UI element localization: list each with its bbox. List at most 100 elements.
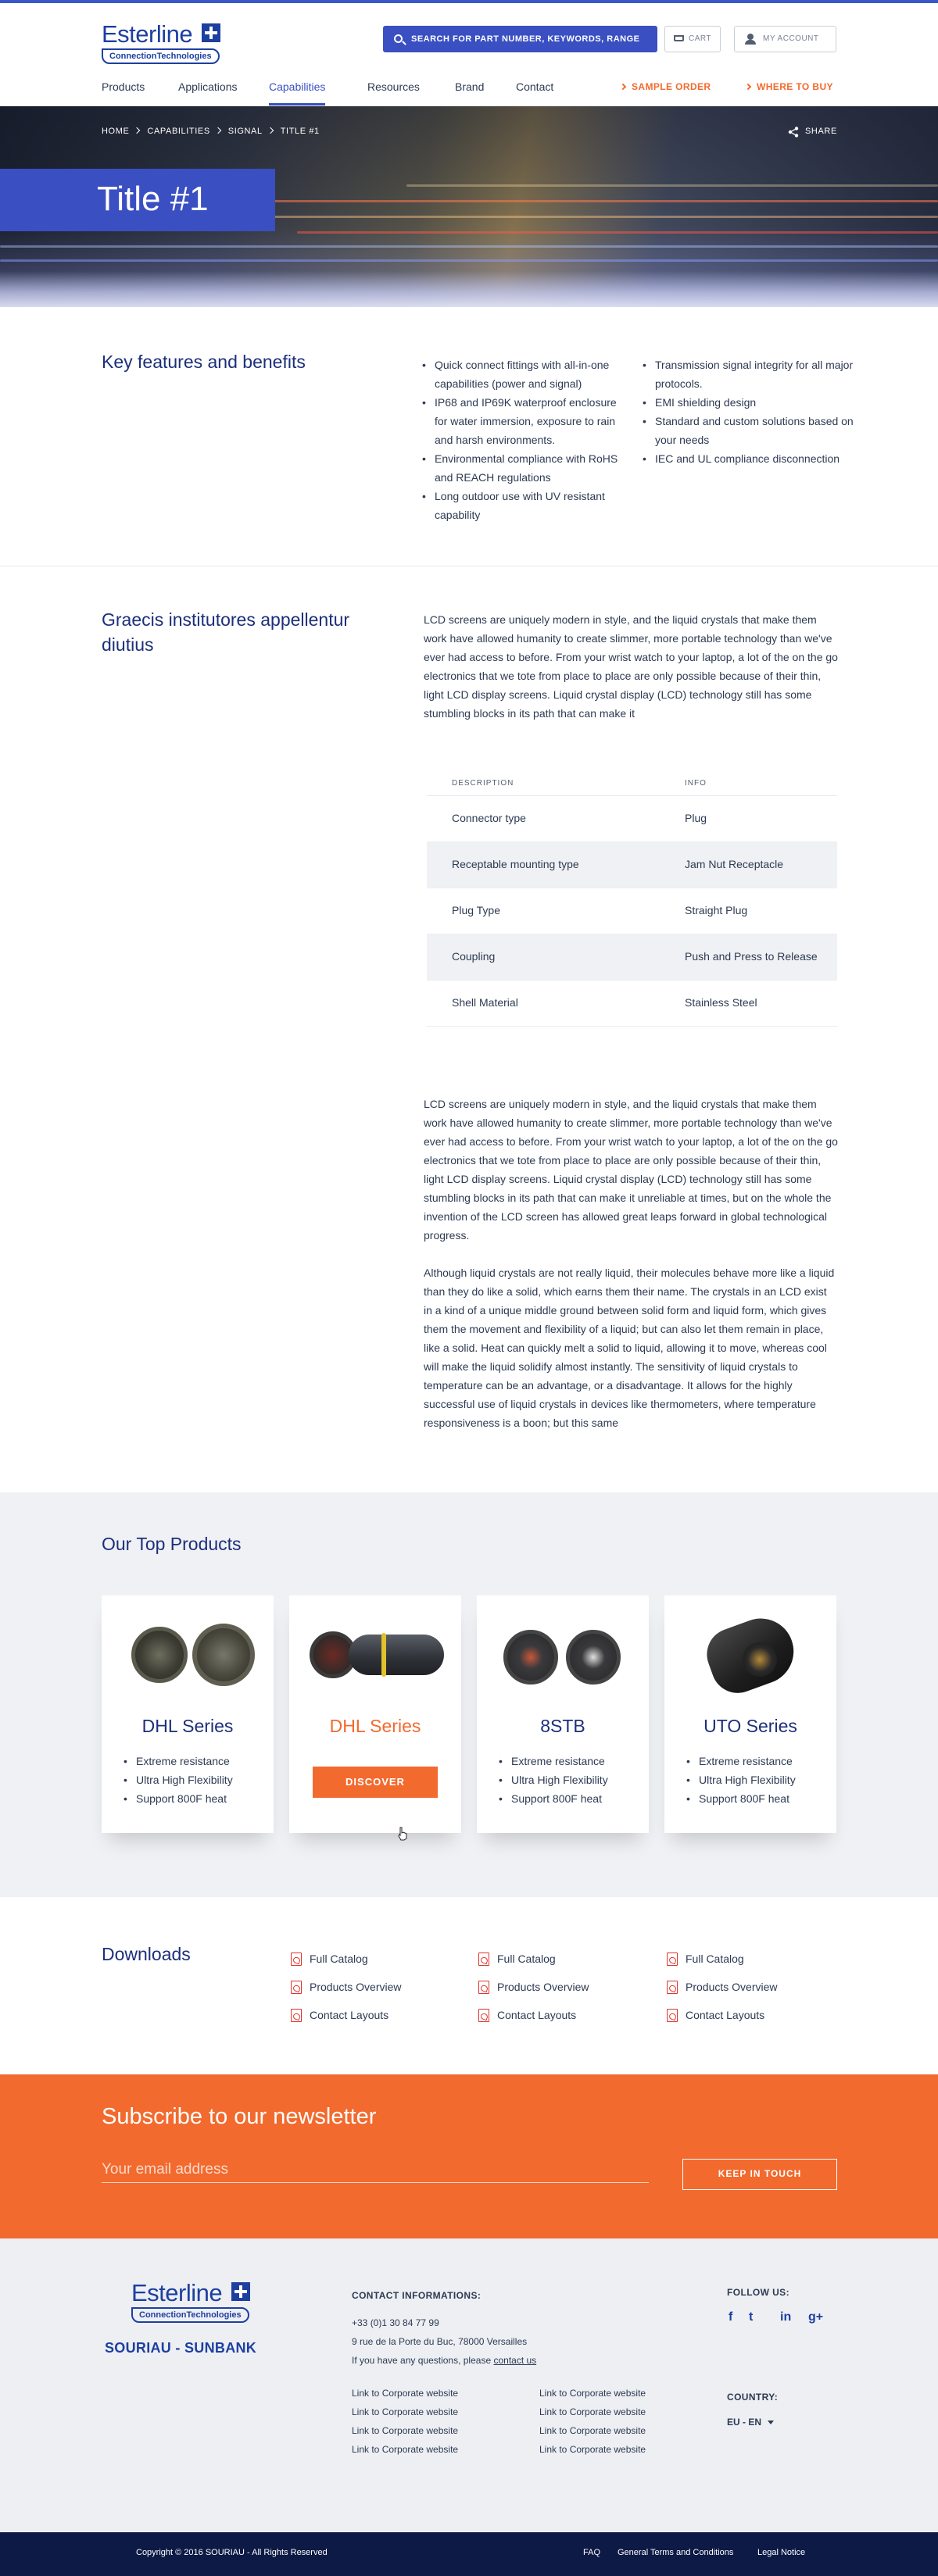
- breadcrumb-capabilities[interactable]: CAPABILITIES: [147, 127, 209, 136]
- corporate-link[interactable]: Link to Corporate website: [352, 2421, 458, 2440]
- page-title-box: Title #1: [0, 169, 275, 231]
- facebook-icon[interactable]: f: [729, 2310, 732, 2324]
- product-feature: Ultra High Flexibility: [499, 1770, 608, 1789]
- footer-brand: SOURIAU - SUNBANK: [105, 2340, 257, 2356]
- product-card[interactable]: UTO Series Extreme resistance Ultra High…: [664, 1595, 836, 1833]
- table-cell: Connector type: [452, 812, 526, 824]
- download-link[interactable]: Full Catalog: [667, 1952, 777, 1980]
- my-account-button[interactable]: MY ACCOUNT: [734, 26, 836, 52]
- footer-links-column: Link to Corporate website Link to Corpor…: [352, 2384, 458, 2459]
- pdf-icon: [667, 2009, 678, 2022]
- esterline-logo[interactable]: Esterline ConnectionTechnologies: [102, 22, 220, 66]
- product-feature: Extreme resistance: [499, 1752, 608, 1770]
- download-link[interactable]: Full Catalog: [291, 1952, 401, 1980]
- hero-gradient: [0, 271, 938, 307]
- feature-item: Quick connect fittings with all-in-one c…: [422, 355, 625, 393]
- nav-brand[interactable]: Brand: [455, 78, 484, 95]
- chevron-right-icon: [744, 83, 752, 91]
- search-button[interactable]: SEARCH FOR PART NUMBER, KEYWORDS, RANGE: [383, 26, 657, 52]
- footer-logo[interactable]: Esterline ConnectionTechnologies: [131, 2281, 250, 2324]
- pdf-icon: [478, 1953, 489, 1966]
- download-link[interactable]: Full Catalog: [478, 1952, 589, 1980]
- newsletter-section: Subscribe to our newsletter KEEP IN TOUC…: [0, 2074, 938, 2238]
- download-label: Full Catalog: [310, 1953, 368, 1965]
- nav-products[interactable]: Products: [102, 78, 145, 95]
- sample-order-link[interactable]: SAMPLE ORDER: [619, 78, 711, 95]
- email-field[interactable]: [102, 2157, 649, 2183]
- light-streak: [0, 245, 938, 248]
- section-title: Our Top Products: [102, 1534, 242, 1554]
- downloads-column: Full Catalog Products Overview Contact L…: [478, 1952, 589, 2036]
- page-title: Title #1: [97, 180, 209, 218]
- newsletter-title: Subscribe to our newsletter: [102, 2104, 377, 2129]
- spec-table-header: DESCRIPTION INFO: [427, 774, 837, 796]
- download-label: Full Catalog: [497, 1953, 556, 1965]
- contact-us-link[interactable]: contact us: [493, 2355, 536, 2366]
- pdf-icon: [291, 1953, 302, 1966]
- product-feature: Ultra High Flexibility: [686, 1770, 796, 1789]
- nav-applications[interactable]: Applications: [178, 78, 238, 95]
- discover-button[interactable]: DISCOVER: [313, 1767, 438, 1798]
- feature-item: EMI shielding design: [643, 393, 854, 412]
- corporate-link[interactable]: Link to Corporate website: [352, 2403, 458, 2421]
- corporate-link[interactable]: Link to Corporate website: [352, 2384, 458, 2403]
- product-feature: Support 800F heat: [124, 1789, 233, 1808]
- download-label: Products Overview: [310, 1981, 402, 1993]
- pdf-icon: [478, 1981, 489, 1994]
- logo-subtitle: ConnectionTechnologies: [102, 48, 220, 64]
- terms-link[interactable]: General Terms and Conditions: [618, 2548, 733, 2557]
- light-streak: [0, 259, 938, 262]
- download-link[interactable]: Contact Layouts: [291, 2008, 401, 2036]
- country-value: EU - EN: [727, 2417, 762, 2428]
- table-row: Coupling Push and Press to Release: [427, 934, 837, 981]
- download-label: Full Catalog: [686, 1953, 744, 1965]
- product-name: UTO Series: [704, 1716, 797, 1736]
- product-card[interactable]: DHL Series Extreme resistance Ultra High…: [102, 1595, 274, 1833]
- corporate-link[interactable]: Link to Corporate website: [539, 2384, 646, 2403]
- country-selector[interactable]: EU - EN: [727, 2417, 775, 2428]
- product-card[interactable]: 8STB Extreme resistance Ultra High Flexi…: [477, 1595, 649, 1833]
- download-link[interactable]: Products Overview: [291, 1980, 401, 2008]
- faq-link[interactable]: FAQ: [583, 2548, 600, 2557]
- cart-icon: [674, 35, 684, 41]
- nav-capabilities[interactable]: Capabilities: [269, 78, 326, 105]
- breadcrumb-signal[interactable]: SIGNAL: [228, 127, 263, 136]
- share-button[interactable]: SHARE: [788, 127, 837, 138]
- google-plus-icon[interactable]: g+: [808, 2310, 823, 2324]
- table-cell: Plug Type: [452, 904, 501, 916]
- table-cell: Shell Material: [452, 996, 518, 1009]
- product-feature: Support 800F heat: [499, 1789, 608, 1808]
- connector-ring: [381, 1633, 386, 1677]
- legal-notice-link[interactable]: Legal Notice: [757, 2548, 805, 2557]
- product-feature: Ultra High Flexibility: [124, 1770, 233, 1789]
- corporate-link[interactable]: Link to Corporate website: [352, 2440, 458, 2459]
- corporate-link[interactable]: Link to Corporate website: [539, 2440, 646, 2459]
- nav-contact[interactable]: Contact: [516, 78, 553, 95]
- download-link[interactable]: Contact Layouts: [478, 2008, 589, 2036]
- site-header: Esterline ConnectionTechnologies SEARCH …: [0, 3, 938, 106]
- chevron-right-icon: [267, 127, 274, 134]
- corporate-link[interactable]: Link to Corporate website: [539, 2421, 646, 2440]
- cart-button[interactable]: CART: [664, 26, 721, 52]
- where-to-buy-link[interactable]: WHERE TO BUY: [744, 78, 833, 95]
- corporate-link[interactable]: Link to Corporate website: [539, 2403, 646, 2421]
- download-link[interactable]: Products Overview: [478, 1980, 589, 2008]
- table-cell: Push and Press to Release: [685, 950, 818, 963]
- key-features-section: Key features and benefits Quick connect …: [0, 307, 938, 566]
- download-link[interactable]: Products Overview: [667, 1980, 777, 2008]
- twitter-icon[interactable]: t: [749, 2310, 753, 2324]
- product-card-hovered[interactable]: DHL Series DISCOVER: [289, 1595, 461, 1841]
- breadcrumb-home[interactable]: HOME: [102, 127, 129, 136]
- copyright: Copyright © 2016 SOURIAU - All Rights Re…: [136, 2548, 328, 2557]
- keep-in-touch-button[interactable]: KEEP IN TOUCH: [682, 2159, 837, 2190]
- nav-resources[interactable]: Resources: [367, 78, 420, 95]
- table-cell: Jam Nut Receptacle: [685, 858, 784, 870]
- linkedin-icon[interactable]: in: [780, 2310, 791, 2324]
- share-label: SHARE: [805, 127, 837, 136]
- downloads-column: Full Catalog Products Overview Contact L…: [667, 1952, 777, 2036]
- where-to-buy-label: WHERE TO BUY: [757, 81, 833, 92]
- product-image: [305, 1613, 446, 1691]
- download-link[interactable]: Contact Layouts: [667, 2008, 777, 2036]
- product-features: Extreme resistance Ultra High Flexibilit…: [124, 1752, 233, 1808]
- caret-down-icon: [768, 2421, 775, 2424]
